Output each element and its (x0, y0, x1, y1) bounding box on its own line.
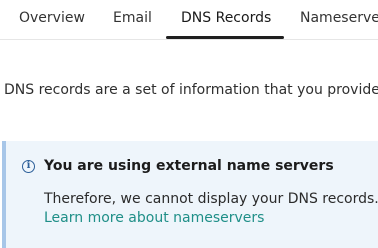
tab-email[interactable]: Email (113, 0, 152, 39)
dns-records-page: Overview Email DNS Records Nameservers D… (0, 0, 378, 248)
notice-title: You are using external name servers (44, 158, 334, 174)
tab-dns-records[interactable]: DNS Records (181, 0, 271, 39)
tab-nameservers[interactable]: Nameservers (300, 0, 378, 39)
active-tab-indicator (166, 36, 284, 39)
tab-overview[interactable]: Overview (19, 0, 85, 39)
learn-more-nameservers-link[interactable]: Learn more about nameservers (44, 210, 264, 226)
intro-text: DNS records are a set of information tha… (4, 82, 378, 98)
external-nameservers-notice: i You are using external name servers Th… (2, 141, 378, 248)
info-icon: i (22, 160, 35, 173)
tab-bar: Overview Email DNS Records Nameservers (0, 0, 378, 40)
notice-body: Therefore, we cannot display your DNS re… (44, 191, 378, 207)
